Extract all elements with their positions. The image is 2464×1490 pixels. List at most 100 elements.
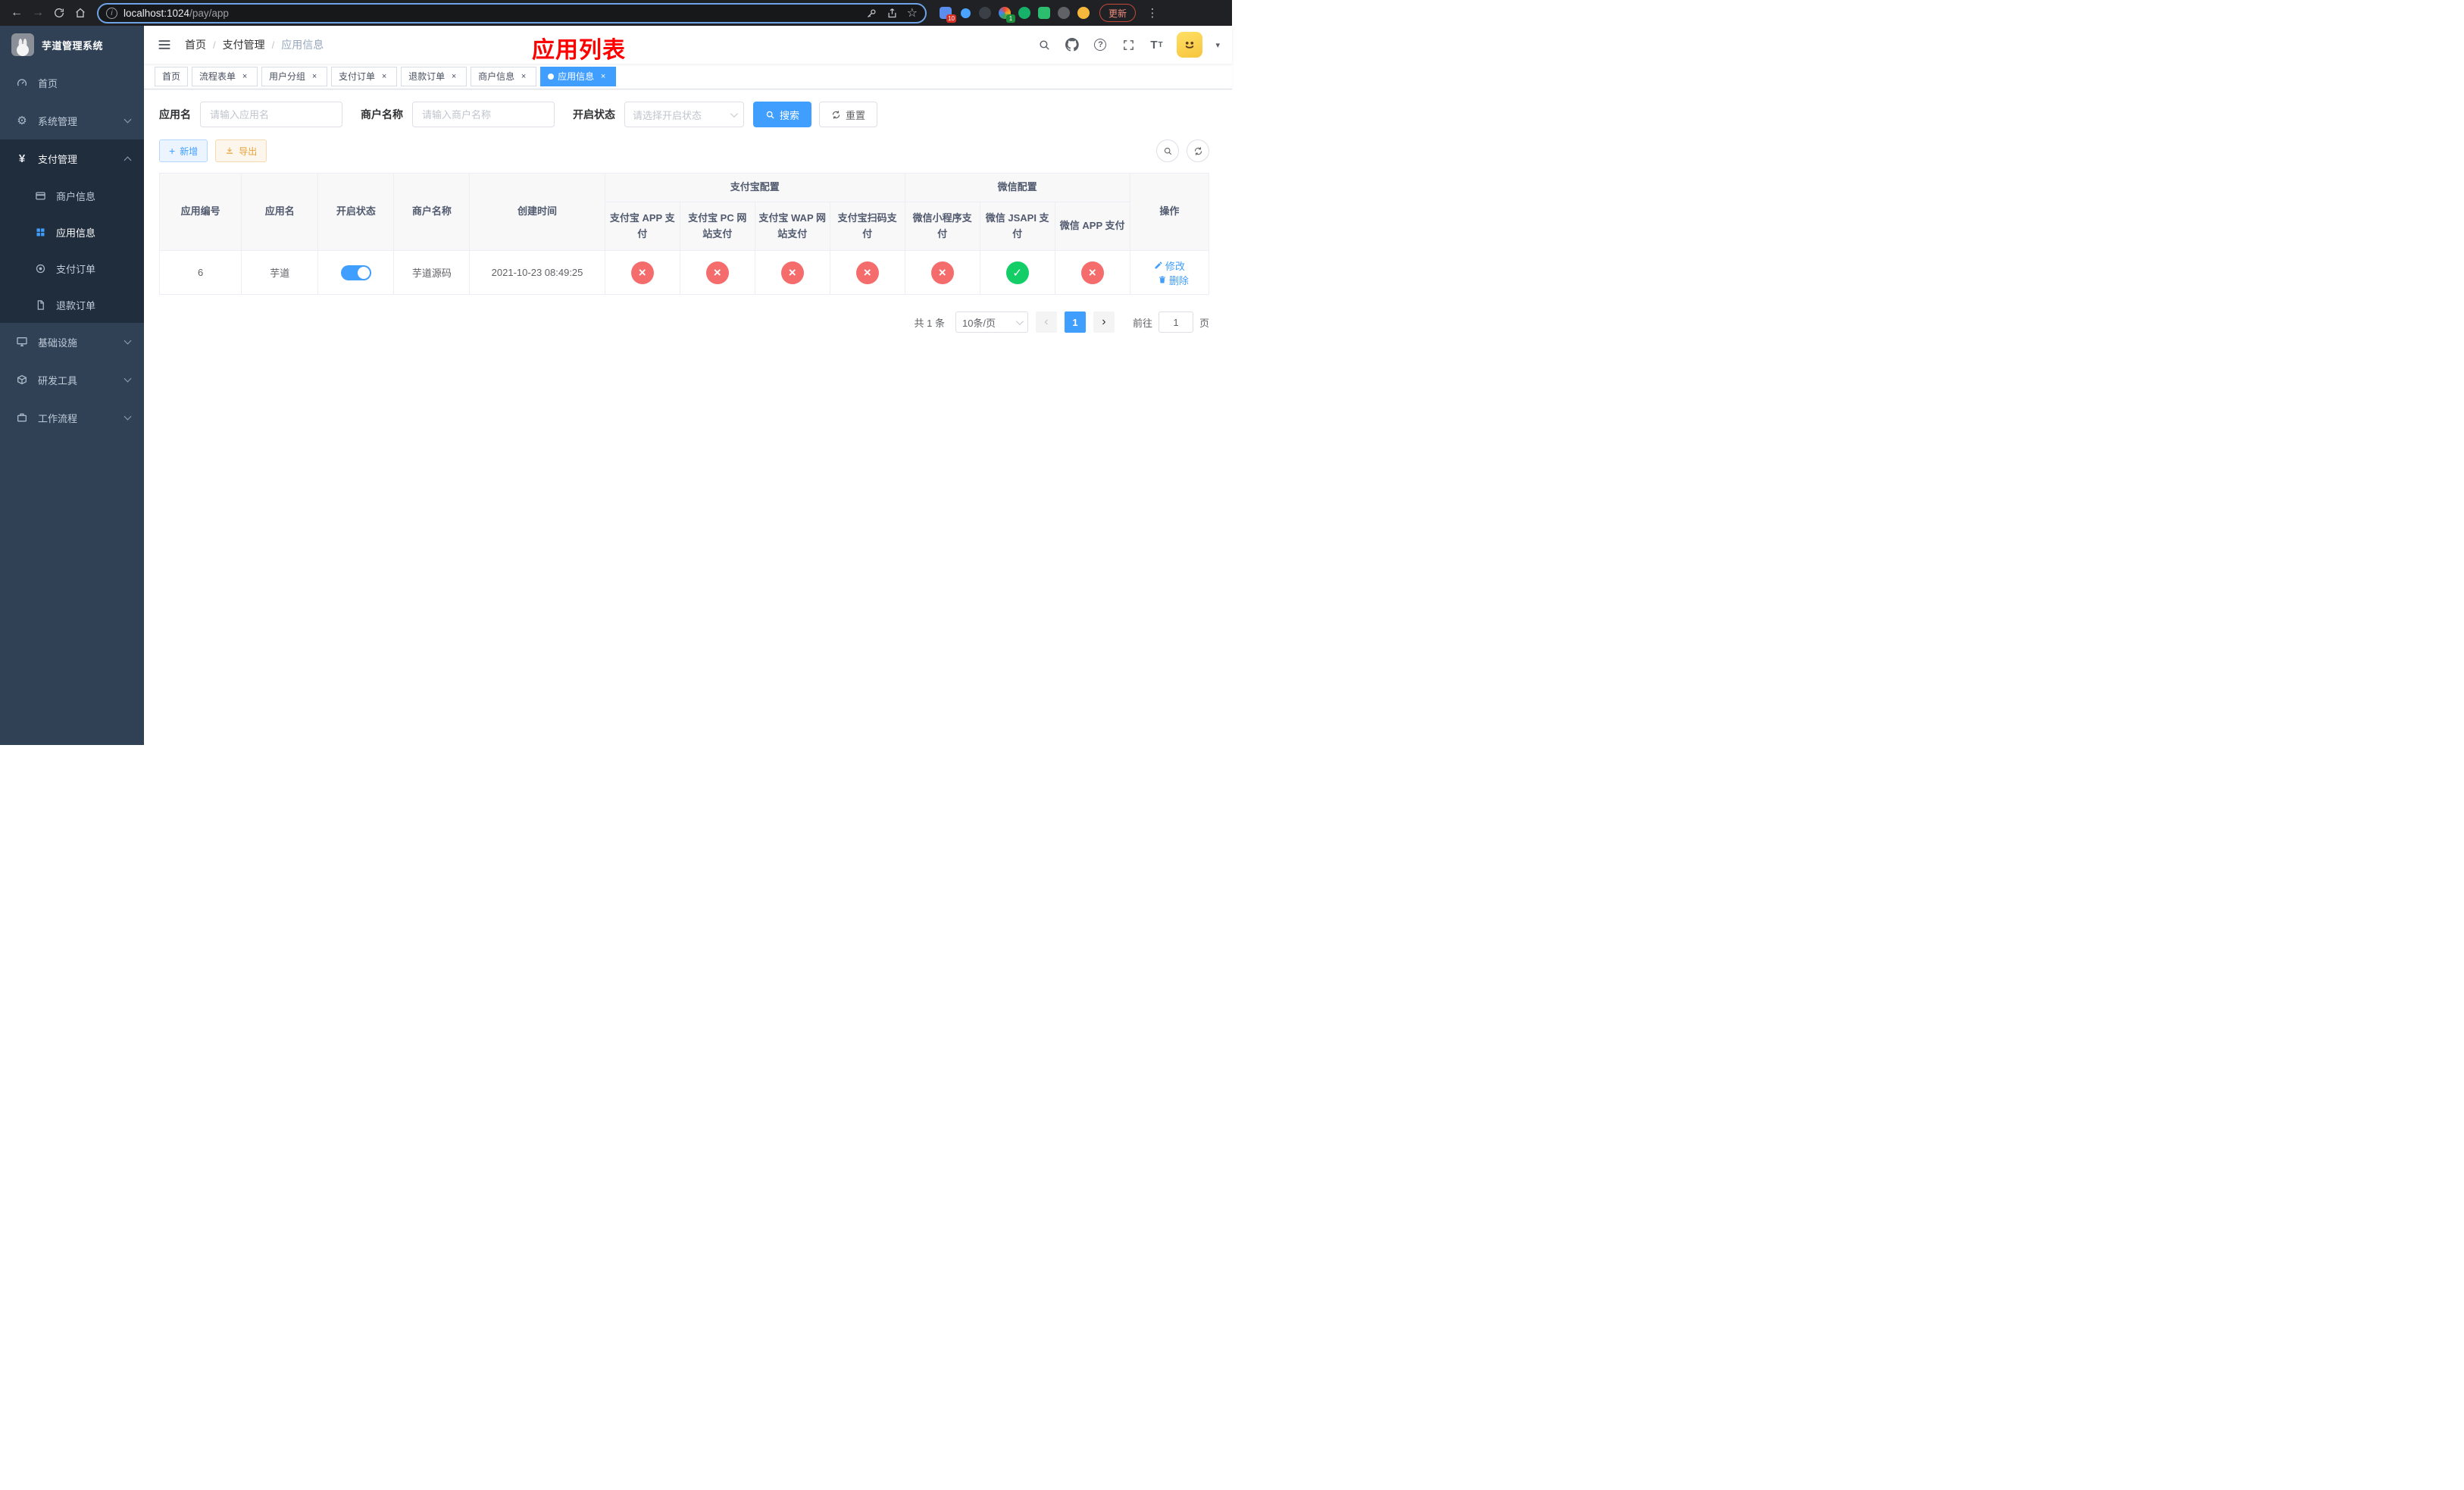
browser-forward-button[interactable] bbox=[27, 2, 48, 23]
sidebar-item-app-info[interactable]: 应用信息 bbox=[0, 214, 144, 250]
chevron-down-icon bbox=[1015, 317, 1024, 325]
sidebar-item-system[interactable]: ⚙ 系统管理 bbox=[0, 102, 144, 139]
toggle-search-button[interactable] bbox=[1156, 139, 1179, 162]
export-button[interactable]: 导出 bbox=[215, 139, 267, 162]
help-icon[interactable] bbox=[1093, 37, 1108, 52]
github-icon[interactable] bbox=[1065, 37, 1080, 52]
share-icon[interactable] bbox=[886, 8, 898, 19]
tab-app-info[interactable]: 应用信息 bbox=[540, 66, 617, 86]
col-header-app-name: 应用名 bbox=[241, 173, 319, 251]
tab-close-icon[interactable] bbox=[449, 71, 459, 82]
goto-page-input[interactable] bbox=[1158, 311, 1193, 333]
font-size-icon[interactable] bbox=[1149, 37, 1164, 52]
extension-icon-5[interactable] bbox=[1015, 3, 1034, 23]
tab-payment-orders[interactable]: 支付订单 bbox=[331, 66, 398, 86]
search-button[interactable]: 搜索 bbox=[753, 102, 812, 127]
gear-icon: ⚙ bbox=[17, 114, 27, 127]
tab-process-form[interactable]: 流程表单 bbox=[192, 66, 258, 86]
password-key-icon[interactable] bbox=[866, 8, 877, 19]
alipay-app-status-icon bbox=[630, 261, 654, 284]
tab-close-icon[interactable] bbox=[379, 71, 389, 82]
browser-back-button[interactable] bbox=[6, 2, 27, 23]
tab-close-icon[interactable] bbox=[309, 71, 320, 82]
sidebar-item-dev-tools[interactable]: 研发工具 bbox=[0, 361, 144, 399]
breadcrumb-payment[interactable]: 支付管理 bbox=[223, 37, 265, 52]
delete-link[interactable]: 删除 bbox=[1158, 273, 1189, 287]
sidebar-item-refund-orders[interactable]: 退款订单 bbox=[0, 286, 144, 323]
sidebar-item-infrastructure[interactable]: 基础设施 bbox=[0, 323, 144, 361]
next-page-button[interactable] bbox=[1093, 311, 1115, 333]
sidebar-item-label: 退款订单 bbox=[56, 299, 96, 311]
edit-link[interactable]: 修改 bbox=[1154, 258, 1185, 273]
tab-close-icon[interactable] bbox=[518, 71, 529, 82]
tab-label: 支付订单 bbox=[339, 71, 376, 82]
sidebar-item-merchant-info[interactable]: 商户信息 bbox=[0, 177, 144, 214]
extension-icon-7[interactable] bbox=[1054, 3, 1074, 23]
merchant-name-input[interactable] bbox=[412, 102, 555, 127]
avatar-caret-icon[interactable] bbox=[1215, 38, 1220, 52]
status-label: 开启状态 bbox=[573, 108, 615, 121]
tab-merchant-info[interactable]: 商户信息 bbox=[471, 66, 537, 86]
cell-actions: 修改 删除 bbox=[1129, 250, 1210, 295]
extension-icon-2[interactable] bbox=[955, 3, 975, 23]
sidebar-item-workflow[interactable]: 工作流程 bbox=[0, 399, 144, 437]
tab-user-group[interactable]: 用户分组 bbox=[261, 66, 328, 86]
browser-toolbar: localhost:1024/pay/app 10 1 更新 bbox=[0, 0, 1232, 26]
site-info-icon[interactable] bbox=[106, 7, 117, 19]
browser-update-button[interactable]: 更新 bbox=[1099, 4, 1137, 22]
col-header-alipay-pc: 支付宝 PC 网站支付 bbox=[679, 202, 755, 251]
chevron-down-icon bbox=[124, 115, 132, 124]
extension-icon-6[interactable] bbox=[1034, 3, 1054, 23]
breadcrumb-home[interactable]: 首页 bbox=[185, 37, 206, 52]
user-avatar[interactable] bbox=[1177, 32, 1203, 58]
cell-merchant: 芋道源码 bbox=[393, 250, 471, 295]
breadcrumb: 首页 / 支付管理 / 应用信息 bbox=[185, 37, 324, 52]
app-logo[interactable]: 芋道管理系统 bbox=[0, 26, 144, 64]
extension-icon-3[interactable] bbox=[975, 3, 995, 23]
cell-create-time: 2021-10-23 08:49:25 bbox=[469, 250, 605, 295]
extension-icon-1[interactable]: 10 bbox=[936, 3, 956, 23]
browser-home-button[interactable] bbox=[70, 2, 91, 23]
reset-button[interactable]: 重置 bbox=[819, 102, 878, 127]
alipay-qr-status-icon bbox=[855, 261, 879, 284]
chevron-down-icon bbox=[124, 337, 132, 345]
col-header-actions: 操作 bbox=[1129, 173, 1210, 251]
browser-reload-button[interactable] bbox=[48, 2, 70, 23]
sidebar-item-label: 应用信息 bbox=[56, 227, 96, 239]
refresh-table-button[interactable] bbox=[1187, 139, 1209, 162]
delete-link-label: 删除 bbox=[1168, 274, 1189, 286]
app-name-input[interactable] bbox=[200, 102, 342, 127]
tab-refund-orders[interactable]: 退款订单 bbox=[401, 66, 467, 86]
chevron-down-icon bbox=[730, 109, 738, 117]
prev-page-button[interactable] bbox=[1035, 311, 1057, 333]
sidebar-item-label: 支付管理 bbox=[38, 153, 78, 165]
address-bar[interactable]: localhost:1024/pay/app bbox=[97, 2, 927, 23]
sidebar-item-home[interactable]: 首页 bbox=[0, 64, 144, 102]
tab-home[interactable]: 首页 bbox=[155, 66, 189, 86]
reset-button-label: 重置 bbox=[846, 109, 866, 121]
extension-icon-4[interactable]: 1 bbox=[995, 3, 1015, 23]
tab-close-icon[interactable] bbox=[239, 71, 250, 82]
circle-dot-icon bbox=[33, 261, 47, 275]
page-number-button[interactable]: 1 bbox=[1064, 311, 1086, 333]
bookmark-star-icon[interactable] bbox=[907, 5, 918, 20]
search-icon[interactable] bbox=[1037, 37, 1052, 52]
sidebar-toggle-icon[interactable] bbox=[156, 36, 173, 53]
extension-icon-8[interactable] bbox=[1074, 3, 1093, 23]
status-toggle[interactable] bbox=[340, 265, 371, 280]
fullscreen-icon[interactable] bbox=[1121, 37, 1136, 52]
document-icon bbox=[33, 298, 47, 311]
cell-app-name: 芋道 bbox=[241, 250, 319, 295]
search-icon bbox=[765, 110, 775, 120]
tab-close-icon[interactable] bbox=[598, 71, 608, 82]
sidebar-item-payment-orders[interactable]: 支付订单 bbox=[0, 250, 144, 286]
breadcrumb-current: 应用信息 bbox=[281, 39, 324, 51]
yen-icon: ¥ bbox=[18, 152, 26, 165]
add-button[interactable]: 新增 bbox=[159, 139, 208, 162]
page-size-select[interactable]: 10条/页 bbox=[955, 311, 1028, 333]
status-select[interactable]: 请选择开启状态 bbox=[624, 102, 744, 127]
browser-menu-button[interactable] bbox=[1142, 2, 1163, 23]
chevron-down-icon bbox=[124, 412, 132, 421]
pencil-icon bbox=[1154, 261, 1163, 270]
sidebar-item-payment[interactable]: ¥ 支付管理 bbox=[0, 139, 144, 177]
